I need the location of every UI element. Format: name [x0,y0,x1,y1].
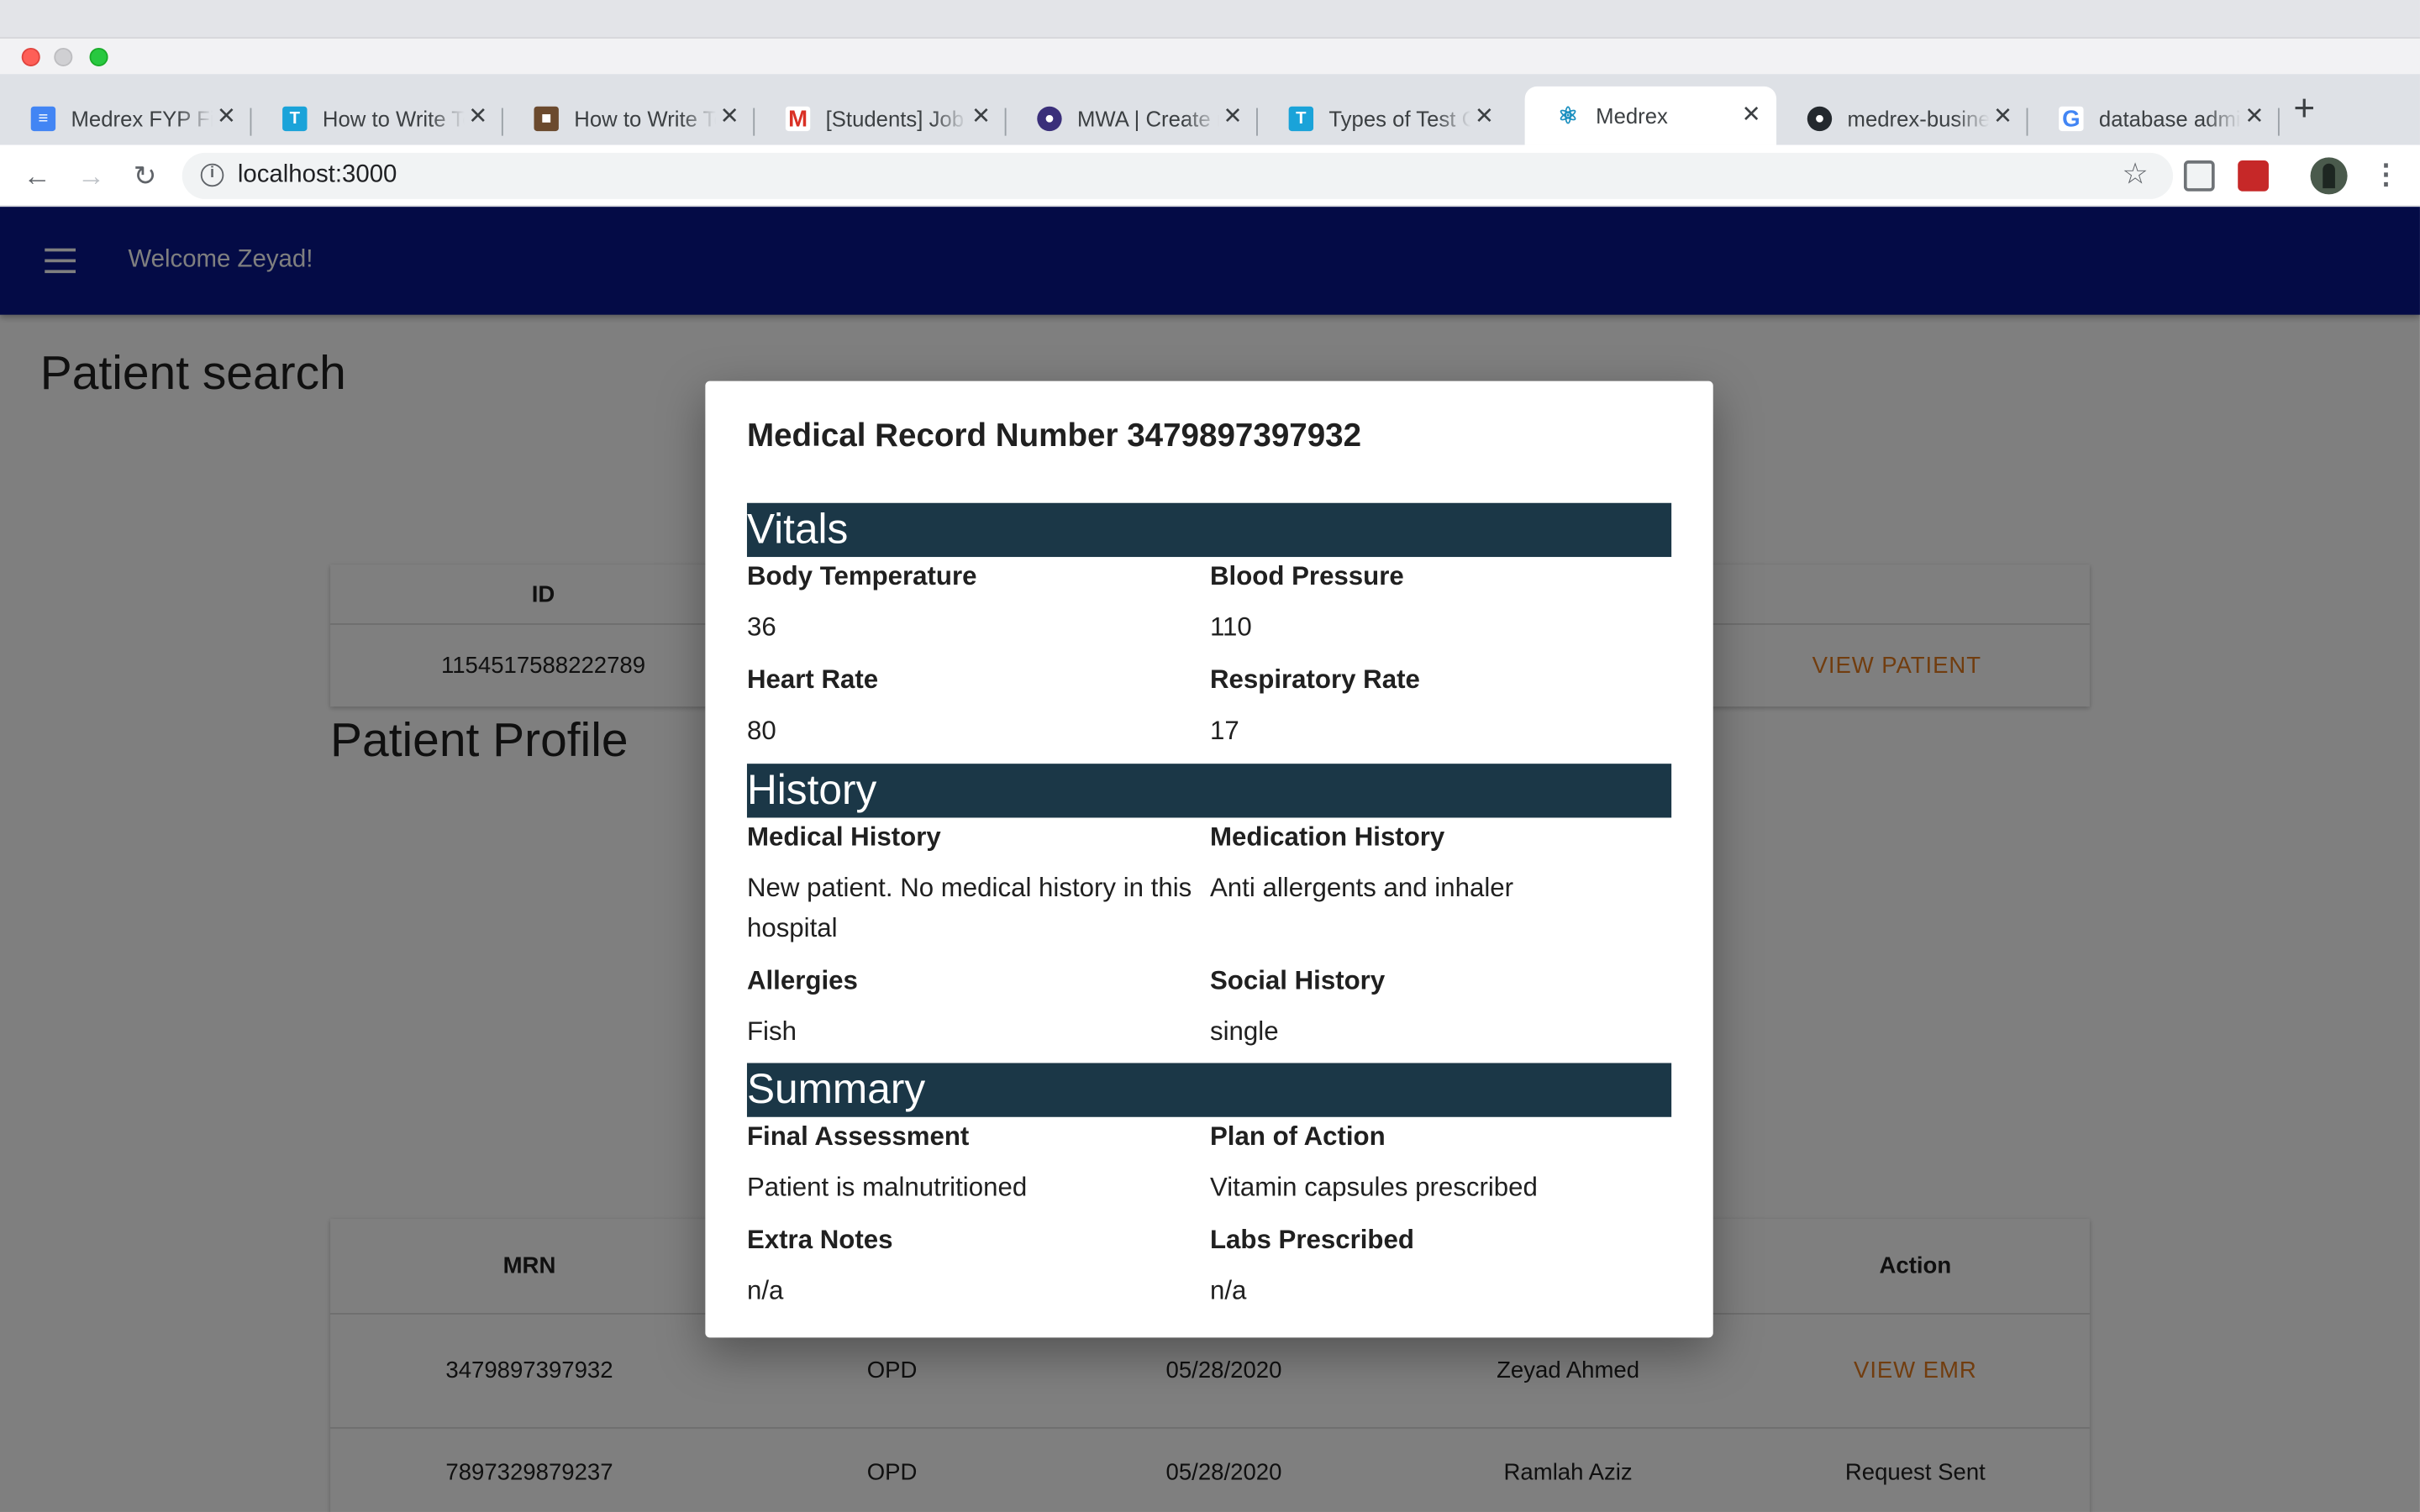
cube-icon: ■ [534,106,559,132]
back-arrow-icon[interactable]: ← [20,159,54,192]
minimize-window-button[interactable] [54,47,73,66]
mwa-icon: ● [1037,106,1062,132]
vitals-header: Vitals [746,502,1672,558]
respiratory-rate-value: 17 [1209,716,1239,746]
new-tab-button[interactable]: + [2293,89,2315,130]
blood-pressure-value: 110 [1209,612,1252,643]
final-assessment-value: Patient is malnutritioned [746,1172,1028,1202]
tab-0[interactable]: ≡ Medrex FYP Final Report ✕ [0,96,252,142]
tab-title: How to Write Test Cases [322,106,465,132]
tab-title: Medrex [1596,103,1668,129]
window-titlebar [0,37,2420,75]
tab-8[interactable]: G database administration ✕ [2028,96,2280,142]
tab-3[interactable]: M [Students] Job Openings ✕ [755,96,1007,142]
gmail-icon: M [785,106,811,132]
blood-pressure-label: Blood Pressure [1209,561,1404,591]
tab-title: database administration [2098,106,2241,132]
close-icon[interactable]: ✕ [1223,104,1242,129]
tab-7[interactable]: ● medrex-business ✕ [1776,96,2028,142]
reload-icon[interactable]: ↻ [128,159,161,192]
respiratory-rate-label: Respiratory Rate [1209,664,1420,695]
github-icon: ● [1807,106,1833,132]
app-viewport: Welcome Zeyad! Patient search ID 1154517… [0,207,2420,1512]
allergies-value: Fish [746,1016,797,1047]
medical-history-label: Medical History [746,822,941,852]
bookmark-star-icon[interactable]: ☆ [2122,157,2148,192]
tab-5[interactable]: T Types of Test Cases ✕ [1258,96,1509,142]
emr-dialog: Medical Record Number 3479897397932 Vita… [705,381,1713,1338]
tab-title: medrex-business [1847,106,1990,132]
maximize-window-button[interactable] [89,47,108,66]
close-window-button[interactable] [21,47,40,66]
tab-title: [Students] Job Openings [825,106,968,132]
social-history-label: Social History [1209,965,1386,995]
forward-arrow-icon[interactable]: → [74,159,108,192]
close-icon[interactable]: ✕ [217,104,236,129]
cast-extension-icon[interactable] [2183,160,2215,192]
avatar[interactable] [2310,157,2348,195]
close-icon[interactable]: ✕ [1993,104,2012,129]
close-icon[interactable]: ✕ [468,104,487,129]
google-docs-icon: ≡ [30,106,56,132]
body-temperature-label: Body Temperature [746,561,977,591]
body-temperature-value: 36 [746,612,776,643]
plan-of-action-value: Vitamin capsules prescribed [1209,1172,1538,1202]
close-icon[interactable]: ✕ [971,104,991,129]
extension-icon[interactable] [2238,160,2269,192]
summary-header: Summary [746,1063,1672,1117]
guru99-icon: T [282,106,308,132]
tab-1[interactable]: T How to Write Test Cases ✕ [251,96,503,142]
google-icon: G [2059,106,2084,132]
tab-separator [2277,108,2280,136]
allergies-label: Allergies [746,965,858,995]
screen: ≡ Medrex FYP Final Report ✕ T How to Wri… [0,0,2420,1512]
desktop-strip [0,0,2420,38]
heart-rate-label: Heart Rate [746,664,879,695]
guru99-icon: T [1288,106,1314,132]
plan-of-action-label: Plan of Action [1209,1121,1386,1152]
extra-notes-value: n/a [746,1275,784,1305]
heart-rate-value: 80 [746,716,776,746]
close-icon[interactable]: ✕ [1742,102,1761,128]
extra-notes-label: Extra Notes [746,1225,893,1255]
tab-title: Medrex FYP Final Report [71,106,213,132]
final-assessment-label: Final Assessment [746,1121,970,1152]
tab-title: MWA | Create new [1077,106,1219,132]
tab-4[interactable]: ● MWA | Create new ✕ [1007,96,1258,142]
history-header: History [746,764,1672,818]
medication-history-value: Anti allergents and inhaler [1209,873,1514,903]
address-bar[interactable]: i localhost:3000 ☆ [182,152,2174,199]
more-menu-icon[interactable]: ⋮ [2372,159,2400,192]
social-history-value: single [1209,1016,1279,1047]
react-icon: ⚛ [1555,103,1581,129]
url-text[interactable]: localhost:3000 [238,162,397,190]
medication-history-label: Medication History [1209,822,1445,852]
close-icon[interactable]: ✕ [2244,104,2264,129]
browser-toolbar: ← → ↻ i localhost:3000 ☆ ⋮ [0,144,2420,207]
close-icon[interactable]: ✕ [1475,104,1494,129]
tab-title: How to Write Test Cases [574,106,716,132]
close-icon[interactable]: ✕ [720,104,739,129]
tab-title: Types of Test Cases [1328,106,1470,132]
labs-prescribed-label: Labs Prescribed [1209,1225,1414,1255]
tab-strip: ≡ Medrex FYP Final Report ✕ T How to Wri… [0,74,2420,145]
tab-2[interactable]: ■ How to Write Test Cases ✕ [503,96,755,142]
medical-history-value: New patient. No medical history in this … [746,873,1192,943]
dialog-title: Medical Record Number 3479897397932 [746,417,1362,454]
tab-6-active[interactable]: ⚛ Medrex ✕ [1524,86,1777,145]
info-icon[interactable]: i [200,163,224,187]
labs-prescribed-value: n/a [1209,1275,1247,1305]
